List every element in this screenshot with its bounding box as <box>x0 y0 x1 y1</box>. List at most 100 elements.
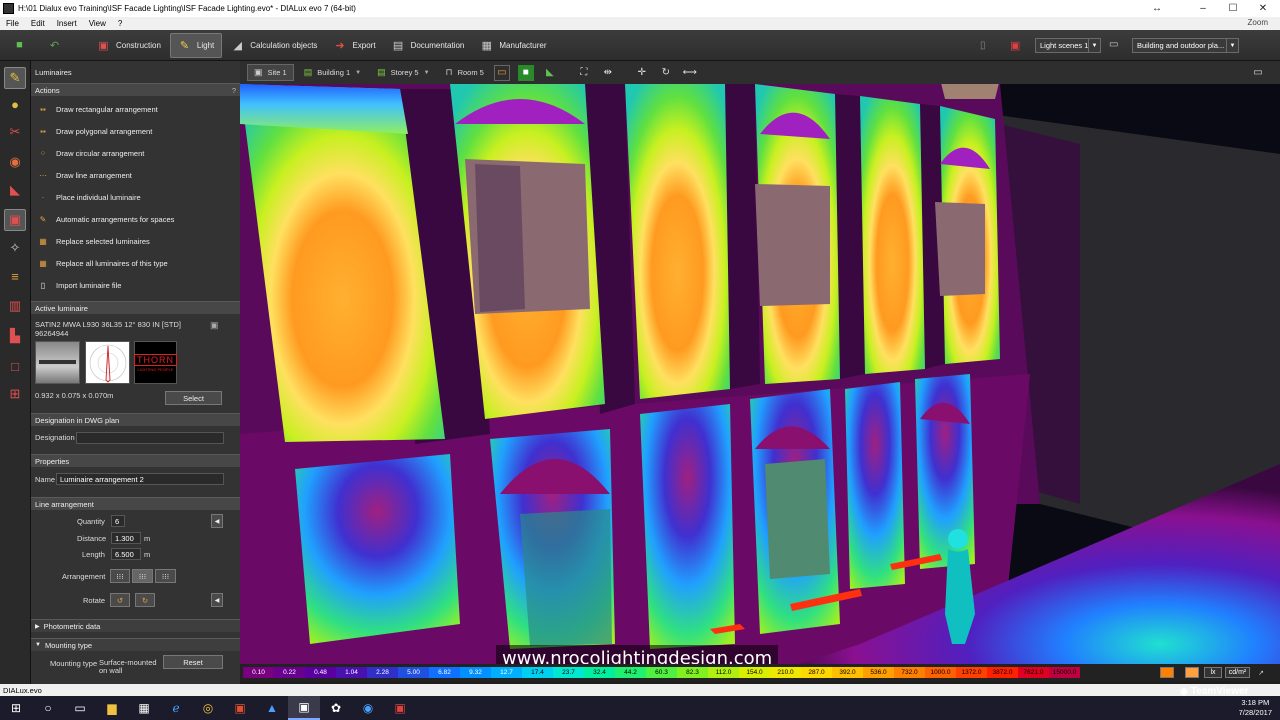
quantity-input[interactable]: 6 <box>111 515 125 527</box>
maximize-button[interactable]: ☐ <box>1218 0 1248 17</box>
delete-icon[interactable]: ▣ <box>1010 39 1020 52</box>
dialux-taskbar-icon[interactable]: ▣ <box>288 696 320 720</box>
menu-view[interactable]: View <box>83 19 112 28</box>
hierarchy-icon[interactable]: ⊞ <box>4 383 26 405</box>
close-button[interactable]: ✕ <box>1248 0 1278 17</box>
tab-light[interactable]: ✎ Light <box>169 32 223 58</box>
properties-header[interactable]: Properties <box>31 454 240 467</box>
action-replace-selected[interactable]: ▦ Replace selected luminaires <box>31 230 231 252</box>
dialux-light-icon[interactable]: ▣ <box>384 696 416 720</box>
action-replace-all[interactable]: ▦ Replace all luminaires of this type <box>31 252 231 274</box>
arrangement-name-input[interactable]: Luminaire arrangement 2 <box>56 473 224 485</box>
line-arrangement-header[interactable]: Line arrangement <box>31 497 240 510</box>
dwg-designation-header[interactable]: Designation in DWG plan <box>31 413 240 426</box>
action-draw-line[interactable]: ⋯ Draw line arrangement <box>31 164 231 186</box>
luminaires-tool-icon[interactable]: ✎ <box>4 67 26 89</box>
ruler-icon[interactable]: ▥ <box>4 295 26 317</box>
tools-icon[interactable]: ✧ <box>4 237 26 259</box>
tab-storey[interactable]: ▤ Storey 5 ▼ <box>371 64 435 81</box>
system-clock[interactable]: 3:18 PM 7/28/2017 <box>1239 698 1272 718</box>
store-icon[interactable]: ▦ <box>128 696 160 720</box>
tab-construction[interactable]: ▣ Construction <box>90 33 168 58</box>
angle-icon[interactable]: ◣ <box>4 179 26 201</box>
powerpoint-icon[interactable]: ▣ <box>224 696 256 720</box>
actions-section-header[interactable]: Actions? <box>31 83 240 96</box>
view-type-icon[interactable]: ▭ <box>493 64 510 81</box>
photometric-header[interactable]: ▶ Photometric data <box>31 619 240 632</box>
search-icon[interactable]: ○ <box>32 696 64 720</box>
light-bulb-icon[interactable]: ● <box>4 93 26 115</box>
light-scene-select[interactable]: Light scenes 1 ▼ <box>1035 38 1101 53</box>
select-luminaire-button[interactable]: Select <box>165 391 222 405</box>
scene-settings-icon[interactable]: ▭ <box>1109 39 1118 50</box>
collapse-rotate-icon[interactable]: ◀ <box>211 593 223 607</box>
rotate-left-icon[interactable]: ↺ <box>110 593 130 607</box>
arrangement-option-1-icon[interactable]: ⁝⁝⁝ <box>110 569 130 583</box>
frame-icon[interactable]: □ <box>4 355 26 377</box>
view-mode-select[interactable]: Building and outdoor pla... ▼ <box>1132 38 1239 53</box>
rotate-right-icon[interactable]: ↻ <box>135 593 155 607</box>
action-draw-circular[interactable]: ⁘ Draw circular arrangement <box>31 142 231 164</box>
unit-lux-button[interactable]: lx <box>1204 667 1222 678</box>
section-icon[interactable]: ⇹ <box>600 65 616 81</box>
zoom-label[interactable]: Zoom <box>1242 18 1274 27</box>
edit-luminaire-icon[interactable]: ✂ <box>4 121 26 143</box>
mounting-header[interactable]: ▼ Mounting type <box>31 638 240 651</box>
chrome-icon[interactable]: ◎ <box>192 696 224 720</box>
tab-export[interactable]: ➜ Export <box>326 33 382 58</box>
restore-icon[interactable]: ↔ <box>1142 0 1172 17</box>
fullscreen-icon[interactable]: ▭ <box>1250 65 1266 81</box>
active-luminaire-header[interactable]: Active luminaire <box>31 301 240 314</box>
tab-room[interactable]: ⊓ Room 5 <box>440 64 490 81</box>
tab-building[interactable]: ▤ Building 1 ▼ <box>298 64 367 81</box>
collapse-icon[interactable]: ◀ <box>211 514 223 528</box>
windows-start-icon[interactable]: ⊞ <box>0 696 32 720</box>
arrangement-icon[interactable]: ▣ <box>4 209 26 231</box>
action-automatic-arrangements[interactable]: ✎ Automatic arrangements for spaces <box>31 208 231 230</box>
color-icon[interactable]: ◉ <box>4 151 26 173</box>
minimize-button[interactable]: – <box>1188 0 1218 17</box>
tab-calculation-objects[interactable]: ◢ Calculation objects <box>224 33 324 58</box>
dolly-icon[interactable]: ⟷ <box>682 65 698 81</box>
menu-edit[interactable]: Edit <box>25 19 51 28</box>
fit-view-icon[interactable]: ⛶ <box>576 65 592 81</box>
action-place-individual[interactable]: · Place individual luminaire <box>31 186 231 208</box>
tab-site[interactable]: ▣ Site 1 <box>247 64 294 81</box>
teamviewer-taskbar-icon[interactable]: ◉ <box>352 696 384 720</box>
tab-manufacturer[interactable]: ▦ Manufacturer <box>473 33 553 58</box>
3d-viewport[interactable] <box>240 84 1280 664</box>
legend-settings-icon[interactable]: ↗ <box>1255 667 1267 678</box>
undo-button[interactable]: ↶ <box>41 33 74 58</box>
autocad-icon[interactable]: ▲ <box>256 696 288 720</box>
arrangement-option-3-icon[interactable]: ⁝⁝⁝ <box>155 569 176 583</box>
menu-help[interactable]: ? <box>112 19 128 28</box>
task-view-icon[interactable]: ▭ <box>64 696 96 720</box>
wall-icon[interactable]: ▙ <box>4 325 26 347</box>
luminaire-info-icon[interactable]: ▣ <box>210 320 219 331</box>
legend-color-swatch-icon[interactable] <box>1160 667 1174 678</box>
reset-button[interactable]: Reset <box>163 655 223 669</box>
help-icon[interactable]: ? <box>232 86 236 95</box>
legend-color-swatch-active-icon[interactable] <box>1185 667 1199 678</box>
menu-insert[interactable]: Insert <box>51 19 83 28</box>
unit-luminance-button[interactable]: cd/m² <box>1225 667 1250 678</box>
action-draw-polygonal[interactable]: ▪▪ Draw polygonal arrangement <box>31 120 231 142</box>
menu-file[interactable]: File <box>0 19 25 28</box>
designation-input[interactable] <box>76 432 224 444</box>
action-import-luminaire[interactable]: ▯ Import luminaire file <box>31 274 231 296</box>
false-color-icon[interactable]: ◣ <box>542 65 558 81</box>
distance-input[interactable]: 1.300 <box>111 532 141 544</box>
orbit-icon[interactable]: ↻ <box>658 65 674 81</box>
length-input[interactable]: 6.500 <box>111 548 141 560</box>
arrangement-option-2-icon[interactable]: ⁝⁝⁝ <box>132 569 153 583</box>
edge-icon[interactable]: ℯ <box>160 696 192 720</box>
color-render-icon[interactable]: ■ <box>517 64 534 81</box>
layers-stack-icon[interactable]: ≡ <box>4 265 26 287</box>
pan-icon[interactable]: ✛ <box>634 65 650 81</box>
save-button[interactable]: ■ <box>6 33 39 58</box>
app-taskbar-icon[interactable]: ✿ <box>320 696 352 720</box>
action-draw-rectangular[interactable]: ▪▪ Draw rectangular arrangement <box>31 98 231 120</box>
layers-icon[interactable]: ▯ <box>980 40 986 51</box>
tab-documentation[interactable]: ▤ Documentation <box>385 33 472 58</box>
file-explorer-icon[interactable]: ▆ <box>96 696 128 720</box>
